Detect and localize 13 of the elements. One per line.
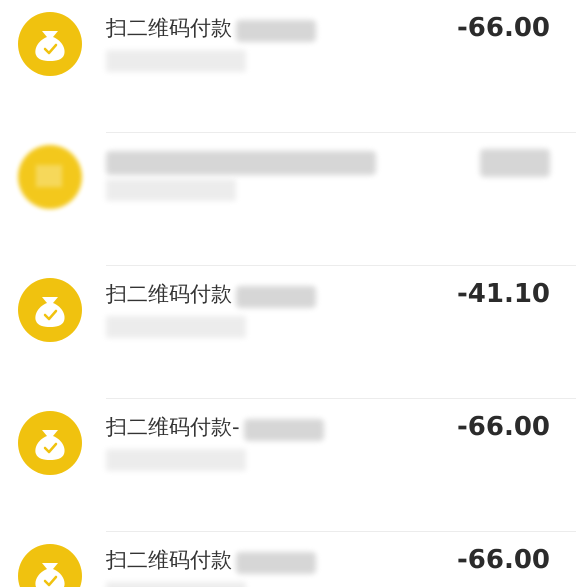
transaction-amount: -66.00: [456, 13, 550, 43]
transaction-title: 扫二维码付款: [106, 281, 232, 308]
transaction-amount: -66.00: [456, 545, 550, 575]
blurred-text: [480, 149, 550, 177]
transaction-amount: -41.10: [456, 279, 550, 309]
transaction-amount: -66.00: [456, 412, 550, 442]
blurred-icon: [18, 145, 82, 209]
money-bag-icon: [18, 278, 82, 342]
money-bag-icon: [18, 411, 82, 475]
money-bag-icon: [18, 12, 82, 76]
transaction-title: 扫二维码付款-: [106, 414, 240, 441]
transaction-title: 扫二维码付款: [106, 547, 232, 574]
transaction-title: 扫二维码付款: [106, 15, 232, 42]
